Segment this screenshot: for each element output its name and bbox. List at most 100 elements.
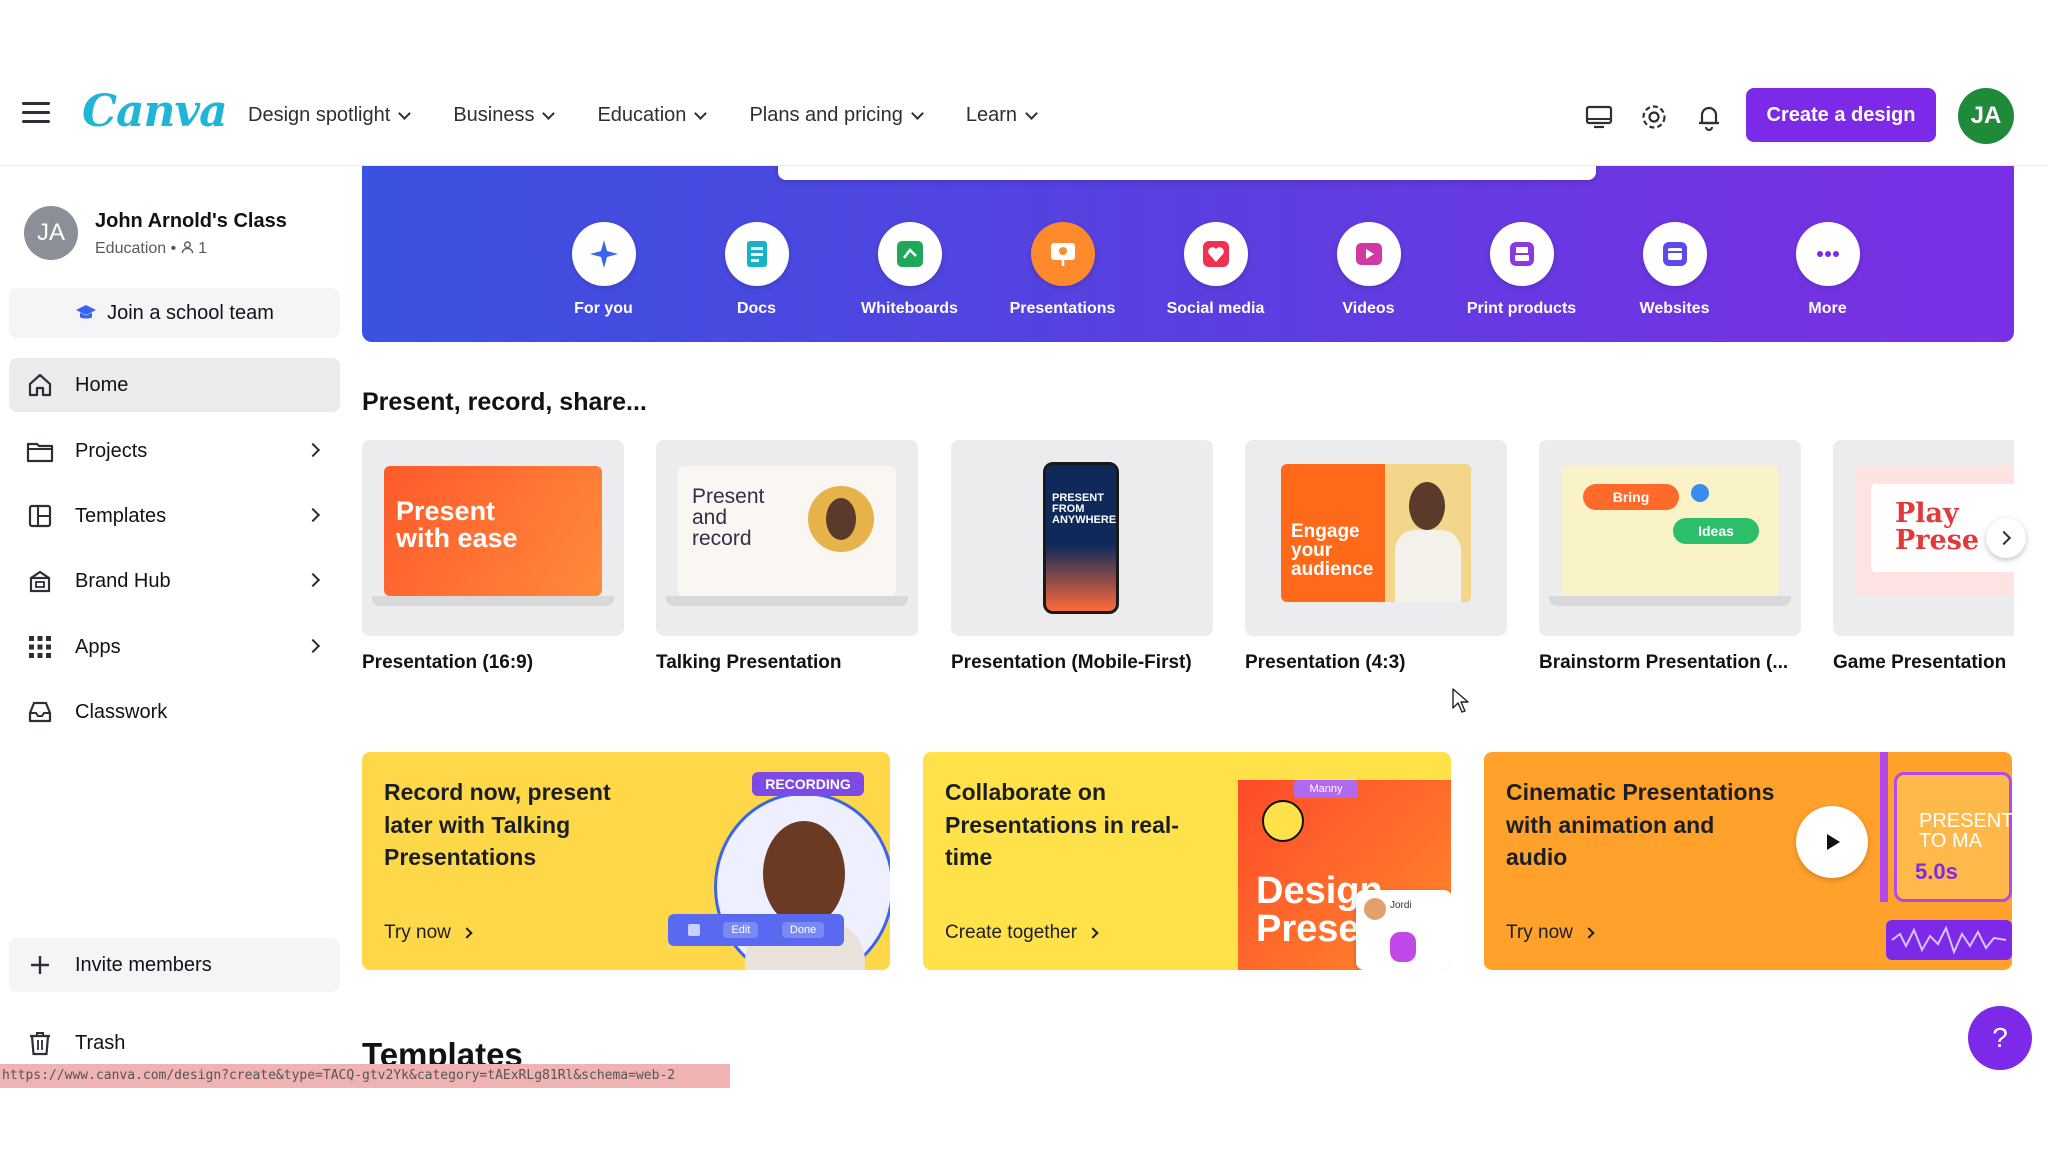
phone-screen: PRESENT FROM ANYWHERE	[1043, 462, 1119, 614]
chevron-down-icon	[398, 106, 412, 120]
chevron-right-icon	[305, 638, 321, 654]
video-icon	[1336, 222, 1401, 286]
template-thumbnail: Engage your audience	[1245, 440, 1507, 636]
audio-waveform	[1886, 920, 2012, 960]
category-print-products[interactable]: Print products	[1445, 222, 1598, 318]
promo-create-together-link[interactable]: Create together	[945, 922, 1099, 944]
chevron-down-icon	[694, 106, 708, 120]
template-card-brainstorm-presentation[interactable]: Bring Ideas Brainstorm Presentation (...	[1539, 440, 1801, 674]
graduation-cap-icon	[76, 305, 97, 319]
chevron-down-icon	[1025, 106, 1038, 120]
category-presentations[interactable]: Presentations	[986, 222, 1139, 318]
chevron-right-icon	[1583, 927, 1595, 939]
category-row: For you Docs Whiteboards Presentations S…	[527, 222, 1927, 318]
category-label: Social media	[1166, 300, 1265, 317]
menu-icon[interactable]	[22, 102, 50, 130]
sidebar-item-label: Apps	[75, 635, 121, 658]
category-label: Print products	[1466, 300, 1577, 317]
promo-cinematic[interactable]: Cinematic Presentations with animation a…	[1484, 752, 2012, 970]
team-switcher[interactable]: JA John Arnold's Class Education • 1	[24, 206, 344, 268]
category-for-you[interactable]: For you	[527, 222, 680, 318]
person-icon	[181, 241, 193, 254]
nav-label: Design spotlight	[248, 104, 391, 126]
folder-icon	[25, 436, 55, 466]
category-videos[interactable]: Videos	[1292, 222, 1445, 318]
thumbnail-screen: Present and record	[678, 466, 896, 596]
carousel-next-button[interactable]	[1986, 518, 2026, 558]
user-avatar[interactable]: JA	[1958, 88, 2014, 144]
promo-collaborate[interactable]: Collaborate on Presentations in real-tim…	[923, 752, 1451, 970]
nav-label: Learn	[965, 104, 1018, 126]
category-label: Docs	[736, 300, 777, 317]
category-label: Whiteboards	[861, 300, 958, 317]
promo-try-now-link[interactable]: Try now	[384, 922, 473, 944]
brand-icon	[25, 566, 55, 596]
category-websites[interactable]: Websites	[1598, 222, 1751, 318]
main-nav: Design spotlight Business Education Plan…	[248, 104, 1038, 127]
invite-members-label: Invite members	[75, 953, 212, 976]
template-card-label: Presentation (16:9)	[362, 652, 534, 673]
template-card-talking-presentation[interactable]: Present and record Talking Presentation	[656, 440, 918, 674]
team-member-count: 1	[198, 240, 208, 257]
sidebar-item-label: Projects	[75, 439, 148, 462]
monitor-icon[interactable]	[1584, 102, 1614, 132]
sidebar-item-apps[interactable]: Apps	[9, 620, 340, 674]
docs-icon	[724, 222, 789, 286]
sidebar-item-trash[interactable]: Trash	[9, 1016, 340, 1070]
sidebar-item-templates[interactable]: Templates	[9, 489, 340, 543]
join-school-team-button[interactable]: Join a school team	[9, 288, 340, 338]
grid-icon	[25, 632, 55, 662]
template-card-game-presentation[interactable]: Play Prese Game Presentation	[1833, 440, 2014, 674]
nav-plans-and-pricing[interactable]: Plans and pricing	[749, 104, 924, 127]
template-card-presentation-16-9[interactable]: Present with ease Presentation (16:9)	[362, 440, 624, 674]
search-input[interactable]	[778, 166, 1596, 180]
sparkle-icon	[571, 222, 636, 286]
create-a-design-button[interactable]: Create a design	[1746, 88, 1936, 142]
template-card-presentation-4-3[interactable]: Engage your audience Presentation (4:3)	[1245, 440, 1507, 674]
nav-label: Business	[453, 104, 535, 126]
sidebar-item-projects[interactable]: Projects	[9, 424, 340, 478]
more-icon	[1795, 222, 1860, 286]
comment-author: Jordi	[1390, 900, 1412, 911]
chevron-right-icon	[461, 927, 473, 939]
sidebar-item-brand-hub[interactable]: Brand Hub	[9, 554, 340, 608]
category-label: Videos	[1342, 300, 1395, 317]
nav-business[interactable]: Business	[453, 104, 556, 127]
team-avatar: JA	[24, 206, 78, 260]
category-social-media[interactable]: Social media	[1139, 222, 1292, 318]
thumbnail-text: Present with ease	[396, 496, 518, 553]
collaborator-tag: Manny	[1294, 780, 1358, 798]
category-more[interactable]: More	[1751, 222, 1904, 318]
chevron-right-icon	[1996, 530, 2012, 546]
sidebar-item-classwork[interactable]: Classwork	[9, 685, 340, 739]
timeline-playhead	[1880, 752, 1888, 902]
template-card-label: Presentation (4:3)	[1245, 652, 1406, 673]
record-icon	[687, 924, 700, 936]
nav-education[interactable]: Education	[597, 104, 708, 127]
play-button[interactable]	[1796, 806, 1868, 878]
collaboration-artwork: Design Prese Manny Jordi	[1238, 780, 1451, 970]
gear-icon[interactable]	[1639, 102, 1669, 132]
category-docs[interactable]: Docs	[680, 222, 833, 318]
sidebar-item-home[interactable]: Home	[9, 358, 340, 412]
nav-design-spotlight[interactable]: Design spotlight	[248, 104, 412, 127]
promo-talking-presentations[interactable]: Record now, present later with Talking P…	[362, 752, 890, 970]
template-card-presentation-mobile-first[interactable]: PRESENT FROM ANYWHERE Presentation (Mobi…	[951, 440, 1213, 674]
thumbnail-text: Present and record	[692, 485, 765, 550]
chevron-right-icon	[305, 572, 321, 588]
promo-cta-label: Try now	[1506, 922, 1573, 943]
canva-logo[interactable]: Canva	[82, 86, 228, 137]
sidebar-item-label: Templates	[75, 504, 167, 527]
section-title: Present, record, share...	[362, 388, 647, 416]
laptop-base	[1549, 596, 1791, 606]
promo-try-now-link[interactable]: Try now	[1506, 922, 1595, 944]
invite-members-button[interactable]: Invite members	[9, 938, 340, 992]
bell-icon[interactable]	[1694, 102, 1724, 132]
help-button[interactable]: ?	[1968, 1006, 2032, 1070]
emoji-sticker	[1691, 484, 1709, 502]
home-icon	[25, 370, 55, 400]
sidebar-item-label: Home	[75, 373, 129, 396]
thumbnail-screen: Present with ease	[384, 466, 602, 596]
category-whiteboards[interactable]: Whiteboards	[833, 222, 986, 318]
nav-learn[interactable]: Learn	[965, 104, 1038, 127]
